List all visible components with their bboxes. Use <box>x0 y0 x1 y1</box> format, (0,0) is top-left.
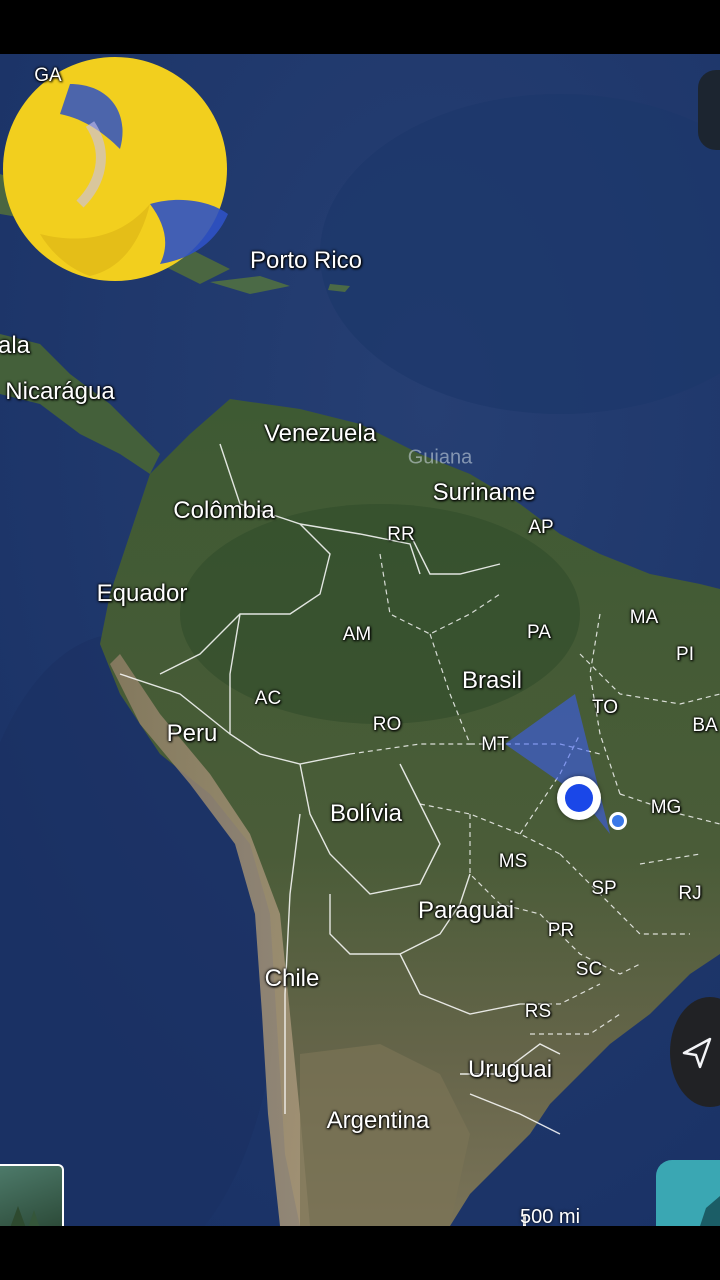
bottom-black-bar <box>0 1226 720 1280</box>
label-state-ma: MA <box>629 607 659 628</box>
directions-arrow-icon <box>700 1196 720 1226</box>
label-state-to: TO <box>591 697 619 718</box>
layers-thumbnail-image <box>10 1206 40 1228</box>
label-argentina: Argentina <box>326 1107 430 1134</box>
label-chile: Chile <box>264 965 320 992</box>
navigation-arrow-icon <box>682 1037 712 1069</box>
navigation-icon[interactable] <box>656 1160 720 1226</box>
label-ga: GA <box>34 65 62 86</box>
label-guiana: Guiana <box>407 446 473 469</box>
label-state-mg: MG <box>650 797 682 818</box>
label-state-rs: RS <box>524 1001 552 1022</box>
volleyball-icon <box>3 57 228 281</box>
label-state-ms: MS <box>498 851 528 872</box>
label-state-ro: RO <box>372 714 402 735</box>
label-state-ap: AP <box>528 517 554 538</box>
label-state-pr: PR <box>547 920 575 941</box>
label-state-ac: AC <box>254 688 282 709</box>
label-venezuela: Venezuela <box>263 420 377 447</box>
satellite-map[interactable]: GA Porto Rico ala Nicarágua Venezuela Gu… <box>0 54 720 1226</box>
label-state-pa: PA <box>527 622 551 643</box>
label-porto-rico: Porto Rico <box>249 247 363 274</box>
label-state-mt: MT <box>481 734 509 755</box>
label-bolivia: Bolívia <box>329 800 403 827</box>
label-paraguai: Paraguai <box>417 897 515 924</box>
label-state-rr: RR <box>387 524 415 545</box>
label-suriname: Suriname <box>432 479 536 506</box>
label-state-pi: PI <box>676 644 694 665</box>
label-state-rj: RJ <box>678 883 702 904</box>
label-equador: Equador <box>96 580 188 607</box>
label-uruguai: Uruguai <box>467 1056 553 1083</box>
top-black-bar <box>0 0 720 54</box>
label-brasil: Brasil <box>461 667 523 694</box>
label-state-am: AM <box>342 624 372 645</box>
label-peru: Peru <box>166 720 218 747</box>
label-state-ba: BA <box>692 715 718 736</box>
map-control-button[interactable] <box>698 70 720 150</box>
label-state-sc: SC <box>575 959 603 980</box>
label-nicaragua: Nicarágua <box>5 378 115 405</box>
label-guatemala-partial: ala <box>0 332 31 359</box>
layers-icon[interactable] <box>0 1164 64 1230</box>
label-colombia: Colômbia <box>173 497 275 524</box>
label-state-sp: SP <box>591 878 617 899</box>
